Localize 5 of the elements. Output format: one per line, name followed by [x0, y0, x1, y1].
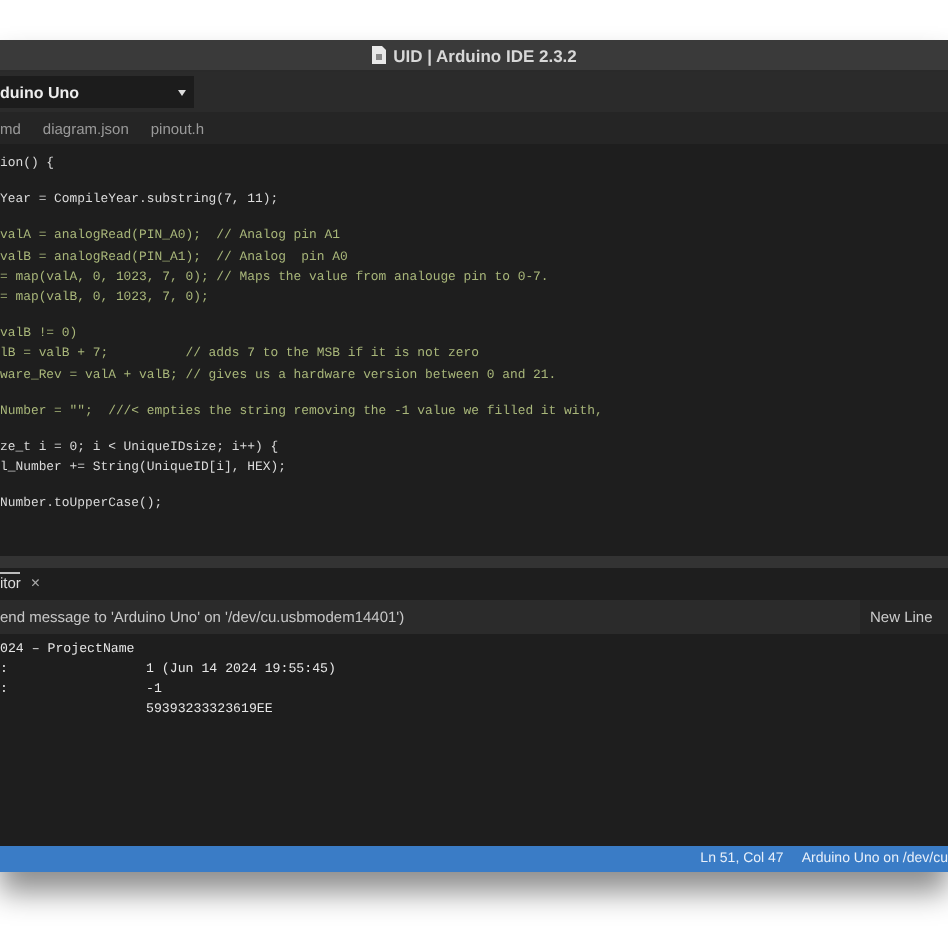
- close-button[interactable]: ×: [30, 573, 41, 591]
- file-icon: [371, 46, 386, 64]
- window-title: UID | Arduino IDE 2.3.2: [393, 45, 577, 65]
- caret-icon: [178, 89, 186, 95]
- board-selector[interactable]: duino Uno: [0, 76, 194, 108]
